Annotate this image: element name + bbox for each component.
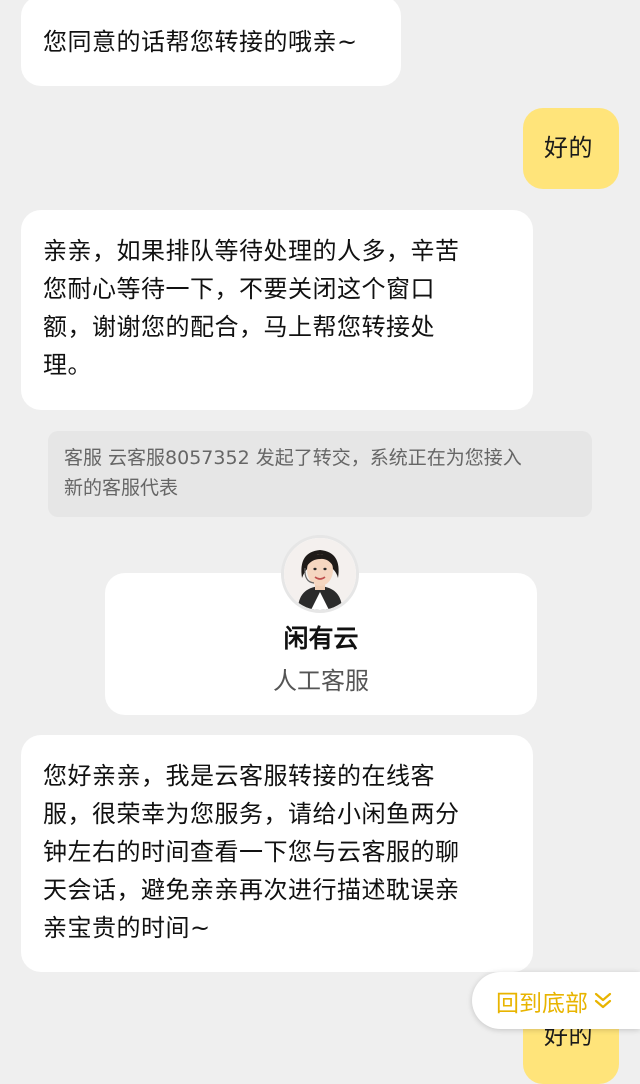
message-line: 额，谢谢您的配合，马上帮您转接处 [43, 313, 435, 341]
message-line: 理。 [43, 351, 92, 379]
agent-name: 闲有云 [283, 624, 359, 653]
double-chevron-down-icon [592, 989, 614, 1013]
message-line: 天会话，避免亲亲再次进行描述耽误亲 [43, 876, 460, 904]
message-bubble-incoming[interactable]: 您好亲亲，我是云客服转接的在线客 服，很荣幸为您服务，请给小闲鱼两分 钟左右的时… [21, 735, 533, 972]
message-bubble-incoming[interactable]: 您同意的话帮您转接的哦亲~ [21, 0, 401, 86]
notice-line: 客服 云客服8057352 发起了转交，系统正在为您接入 [64, 447, 522, 469]
back-to-bottom-button[interactable]: 回到底部 [472, 972, 640, 1029]
message-text: 好的 [544, 134, 593, 162]
message-line: 服，很荣幸为您服务，请给小闲鱼两分 [43, 800, 460, 828]
message-line: 亲宝贵的时间~ [43, 914, 211, 942]
message-line: 您好亲亲，我是云客服转接的在线客 [43, 762, 435, 790]
message-line: 钟左右的时间查看一下您与云客服的聊 [43, 838, 460, 866]
message-bubble-outgoing[interactable]: 好的 [523, 108, 619, 189]
agent-avatar-icon[interactable] [281, 535, 359, 613]
chat-area[interactable]: 您同意的话帮您转接的哦亲~ 好的 亲亲，如果排队等待处理的人多，辛苦 您耐心等待… [0, 0, 640, 1084]
back-to-bottom-label: 回到底部 [496, 990, 588, 1017]
message-bubble-incoming[interactable]: 亲亲，如果排队等待处理的人多，辛苦 您耐心等待一下，不要关闭这个窗口 额，谢谢您… [21, 210, 533, 410]
message-line: 您耐心等待一下，不要关闭这个窗口 [43, 275, 435, 303]
message-text: 您同意的话帮您转接的哦亲~ [43, 28, 358, 56]
agent-role: 人工客服 [273, 667, 369, 695]
message-line: 亲亲，如果排队等待处理的人多，辛苦 [43, 237, 460, 265]
system-transfer-notice: 客服 云客服8057352 发起了转交，系统正在为您接入 新的客服代表 [48, 431, 592, 517]
notice-line: 新的客服代表 [64, 477, 179, 499]
